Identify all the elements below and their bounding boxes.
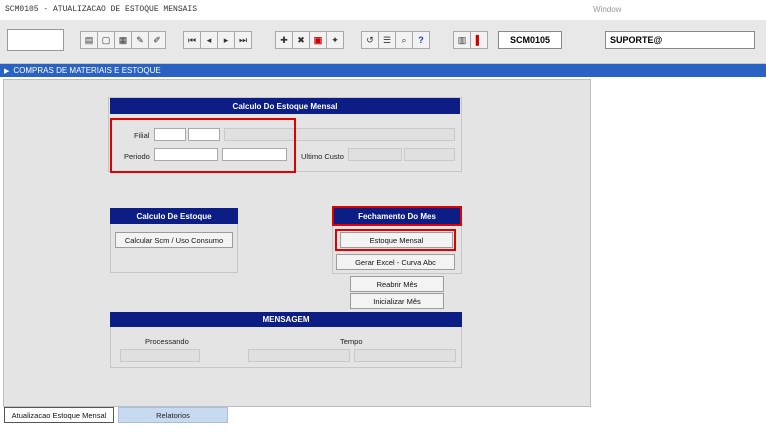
list-icon[interactable]: ☰ bbox=[378, 31, 396, 49]
tab-relatorios[interactable]: Relatorios bbox=[118, 407, 228, 423]
duplicate-icon[interactable]: ▣ bbox=[309, 31, 327, 49]
mensagem-header: MENSAGEM bbox=[110, 312, 462, 327]
tab-atualizacao[interactable]: Atualizacao Estoque Mensal bbox=[4, 407, 114, 423]
module-icon: ▶ bbox=[4, 67, 10, 75]
print-icon[interactable]: ▦ bbox=[114, 31, 132, 49]
toolbar-blank-field bbox=[7, 29, 64, 51]
undo-icon[interactable]: ↺ bbox=[361, 31, 379, 49]
query-icon[interactable]: ✦ bbox=[326, 31, 344, 49]
window-title: SCM0105 - ATUALIZACAO DE ESTOQUE MENSAIS bbox=[5, 5, 198, 14]
insert-icon[interactable]: ✚ bbox=[275, 31, 293, 49]
last-record-icon[interactable]: ⏭ bbox=[234, 31, 252, 49]
tempo-field-2 bbox=[354, 349, 456, 362]
tempo-label: Tempo bbox=[340, 337, 363, 346]
next-record-icon[interactable]: ▸ bbox=[217, 31, 235, 49]
window-menu[interactable]: Window bbox=[593, 5, 621, 14]
lookup-icon[interactable]: ⌕ bbox=[395, 31, 413, 49]
edit-icon[interactable]: ✐ bbox=[148, 31, 166, 49]
ultimo-custo-label: Ultimo Custo bbox=[301, 152, 344, 161]
ultimo-custo-field-1 bbox=[348, 148, 402, 161]
processando-label: Processando bbox=[145, 337, 189, 346]
calc-estoque-header: Calculo De Estoque bbox=[110, 208, 238, 224]
delete-icon[interactable]: ✖ bbox=[292, 31, 310, 49]
module-bar: ▶ COMPRAS DE MATERIAIS E ESTOQUE bbox=[0, 64, 766, 77]
calc-mensal-header: Calculo Do Estoque Mensal bbox=[110, 98, 460, 114]
window-title-bar: SCM0105 - ATUALIZACAO DE ESTOQUE MENSAIS… bbox=[0, 0, 766, 20]
toolbar: ▤ ▢ ▦ ✎ ✐ ⏮ ◂ ▸ ⏭ ✚ ✖ ▣ ✦ ↺ ☰ ⌕ ? ▥ ▌ SC… bbox=[0, 20, 766, 64]
estoque-mensal-highlight bbox=[335, 229, 456, 251]
calcular-scm-button[interactable]: Calcular Scm / Uso Consumo bbox=[115, 232, 233, 248]
inicializar-mes-button[interactable]: Inicializar Mês bbox=[350, 293, 444, 309]
reabrir-mes-button[interactable]: Reabrir Mês bbox=[350, 276, 444, 292]
program-code-field: SCM0105 bbox=[498, 31, 562, 49]
processando-field bbox=[120, 349, 200, 362]
fechamento-header: Fechamento Do Mes bbox=[334, 208, 460, 224]
user-field: SUPORTE@ bbox=[605, 31, 755, 49]
module-title: COMPRAS DE MATERIAIS E ESTOQUE bbox=[13, 66, 161, 75]
calculator-icon[interactable]: ▥ bbox=[453, 31, 471, 49]
previous-record-icon[interactable]: ◂ bbox=[200, 31, 218, 49]
help-icon[interactable]: ? bbox=[412, 31, 430, 49]
exit-icon[interactable]: ▌ bbox=[470, 31, 488, 49]
clear-icon[interactable]: ▢ bbox=[97, 31, 115, 49]
gerar-excel-button[interactable]: Gerar Excel - Curva Abc bbox=[336, 254, 455, 270]
ultimo-custo-field-2 bbox=[404, 148, 455, 161]
pen-icon[interactable]: ✎ bbox=[131, 31, 149, 49]
first-record-icon[interactable]: ⏮ bbox=[183, 31, 201, 49]
save-icon[interactable]: ▤ bbox=[80, 31, 98, 49]
tempo-field-1 bbox=[248, 349, 350, 362]
filial-periodo-highlight bbox=[110, 118, 296, 173]
